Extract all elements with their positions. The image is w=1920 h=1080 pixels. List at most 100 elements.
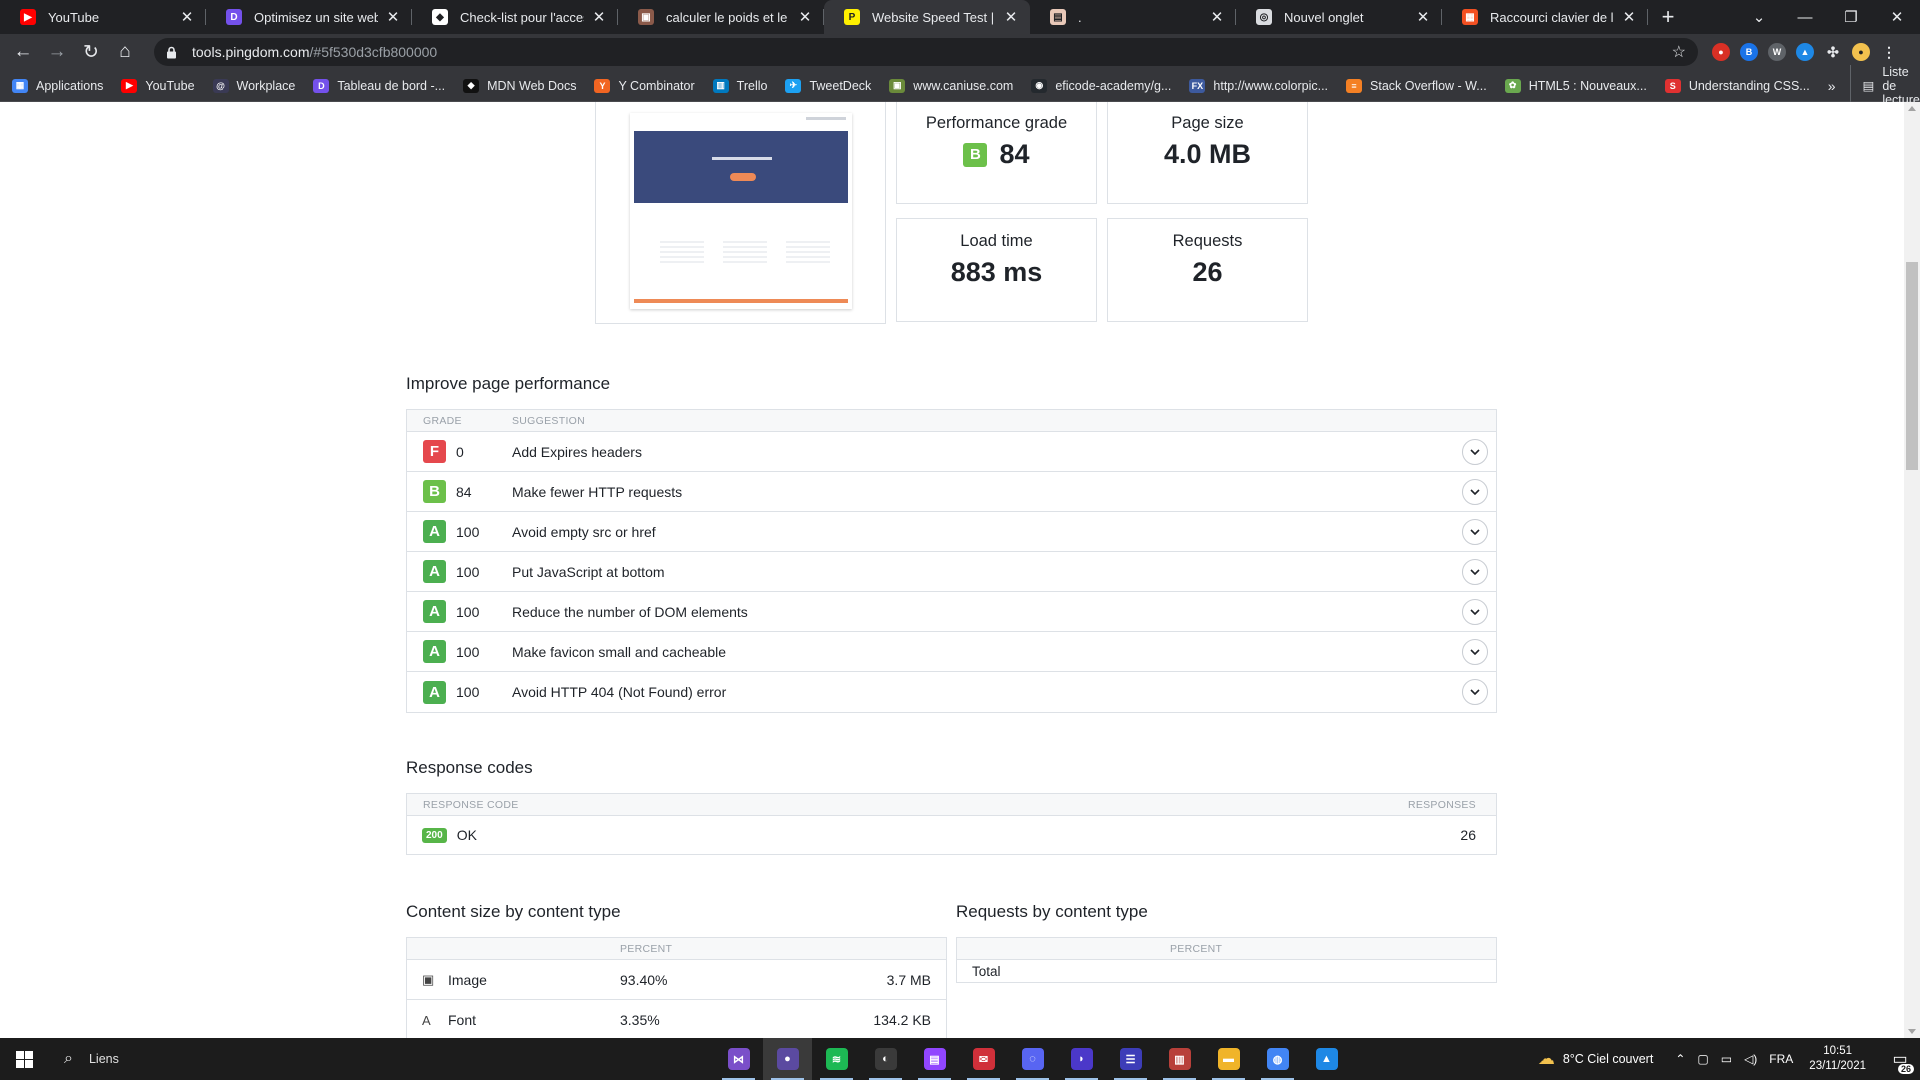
table-row: ▣ Image 93.40% 3.7 MB (407, 960, 946, 1000)
tab[interactable]: ▦ Raccourci clavier de l'impression ✕ (1442, 0, 1648, 34)
bookmark-item[interactable]: ▶ YouTube (121, 78, 195, 93)
taskbar-app-messenger[interactable]: ✉ (959, 1038, 1008, 1080)
reload-button[interactable]: ↻ (76, 37, 106, 67)
minimize-button[interactable]: — (1782, 0, 1828, 34)
suggestion-score: 100 (456, 603, 480, 620)
suggestion-row[interactable]: A 100 Put JavaScript at bottom (407, 552, 1496, 592)
back-button[interactable]: ← (8, 37, 38, 67)
tab[interactable]: ▤. ✕ (1030, 0, 1236, 34)
bookmark-item[interactable]: D Tableau de bord -... (313, 78, 445, 93)
bookmark-item[interactable]: S Understanding CSS... (1664, 78, 1810, 93)
scrollbar-thumb[interactable] (1906, 262, 1918, 470)
close-tab-icon[interactable]: ✕ (590, 8, 608, 26)
extension-icon[interactable]: B (1740, 43, 1758, 61)
suggestion-row[interactable]: A 100 Avoid HTTP 404 (Not Found) error (407, 672, 1496, 712)
forward-button[interactable]: → (42, 37, 72, 67)
notification-center-button[interactable]: ▭ 26 (1880, 1038, 1920, 1080)
volume-icon[interactable]: ◁) (1744, 1052, 1757, 1066)
home-button[interactable]: ⌂ (110, 37, 140, 67)
tab-title: Check-list pour l'accessibilité (460, 9, 584, 25)
close-tab-icon[interactable]: ✕ (796, 8, 814, 26)
taskbar-app-twitch[interactable]: ▤ (910, 1038, 959, 1080)
address-bar[interactable]: tools.pingdom.com/#5f530d3cfb800000 ☆ (154, 38, 1698, 66)
chevron-down-icon[interactable] (1462, 598, 1488, 625)
new-tab-button[interactable]: + (1648, 0, 1688, 34)
taskbar-app-chrome[interactable]: ◍ (1253, 1038, 1302, 1080)
language-indicator[interactable]: FRA (1769, 1052, 1793, 1066)
puzzle-icon[interactable]: ✣ (1824, 43, 1842, 61)
bookmark-item[interactable]: ◉ eficode-academy/g... (1031, 78, 1171, 93)
taskbar-app-spotify[interactable]: ≋ (812, 1038, 861, 1080)
taskbar-app-obs[interactable]: ● (763, 1038, 812, 1080)
tab[interactable]: ◆ Check-list pour l'accessibilité ✕ (412, 0, 618, 34)
extension-icon[interactable]: ● (1712, 43, 1730, 61)
bookmark-favicon-icon: ▥ (712, 78, 729, 93)
tab-search-icon[interactable]: ⌄ (1736, 0, 1782, 34)
taskbar-app-file-explorer[interactable]: ▬ (1204, 1038, 1253, 1080)
lock-icon[interactable] (166, 46, 182, 59)
close-tab-icon[interactable]: ✕ (1414, 8, 1432, 26)
requests-type-header: PERCENT (957, 938, 1496, 960)
reading-list-button[interactable]: ▤ Liste de lecture (1849, 64, 1920, 107)
bookmark-item[interactable]: ▥ Trello (712, 78, 767, 93)
scroll-down-arrow[interactable] (1908, 1029, 1916, 1034)
system-tray: ☁ 8°C Ciel couvert ⌃ ▢ ▭ ◁) FRA 10:51 23… (1538, 1038, 1920, 1080)
chevron-down-icon[interactable] (1462, 558, 1488, 585)
avatar[interactable]: ● (1852, 43, 1870, 61)
close-window-button[interactable]: ✕ (1874, 0, 1920, 34)
close-tab-icon[interactable]: ✕ (1208, 8, 1226, 26)
weather-widget[interactable]: ☁ 8°C Ciel couvert (1538, 1049, 1653, 1069)
taskbar-app-discord[interactable]: ◌ (1008, 1038, 1057, 1080)
suggestion-row[interactable]: A 100 Avoid empty src or href (407, 512, 1496, 552)
chevron-down-icon[interactable] (1462, 478, 1488, 505)
chevron-up-icon[interactable]: ⌃ (1675, 1052, 1685, 1066)
bookmark-item[interactable]: ▣ www.caniuse.com (889, 78, 1014, 93)
bookmark-item[interactable]: @ Workplace (212, 78, 295, 93)
taskbar-app-winrar[interactable]: ▥ (1155, 1038, 1204, 1080)
clock[interactable]: 10:51 23/11/2021 (1809, 1044, 1866, 1074)
chevron-down-icon[interactable] (1462, 638, 1488, 665)
taskbar-app-photos[interactable]: ▲ (1302, 1038, 1351, 1080)
chevron-down-icon[interactable] (1462, 438, 1488, 465)
extension-icon[interactable]: W (1768, 43, 1786, 61)
tab[interactable]: ▶ YouTube ✕ (0, 0, 206, 34)
more-menu-icon[interactable]: ⋮ (1880, 43, 1898, 61)
restore-button[interactable]: ❐ (1828, 0, 1874, 34)
close-tab-icon[interactable]: ✕ (178, 8, 196, 26)
close-tab-icon[interactable]: ✕ (1620, 8, 1638, 26)
tab-favicon-icon: ▣ (638, 9, 654, 25)
bookmarks-overflow-icon[interactable]: » (1828, 78, 1836, 94)
close-tab-icon[interactable]: ✕ (384, 8, 402, 26)
scroll-up-arrow[interactable] (1908, 106, 1916, 111)
tab[interactable]: D Optimisez un site web existant ✕ (206, 0, 412, 34)
bookmark-item[interactable]: FX http://www.colorpic... (1189, 78, 1328, 93)
suggestion-row[interactable]: B 84 Make fewer HTTP requests (407, 472, 1496, 512)
taskbar-app-notion[interactable]: ◗ (1057, 1038, 1106, 1080)
bookmark-item[interactable]: ◆ MDN Web Docs (463, 78, 576, 93)
chevron-down-icon[interactable] (1462, 679, 1488, 705)
bookmark-label: www.caniuse.com (913, 78, 1014, 93)
taskbar-app-obs-studio[interactable]: ◐ (861, 1038, 910, 1080)
bookmark-item[interactable]: ✈ TweetDeck (785, 78, 871, 93)
bookmark-star-icon[interactable]: ☆ (1672, 42, 1686, 62)
taskbar-search[interactable]: ⌕ Liens (48, 1038, 148, 1080)
tab[interactable]: P Website Speed Test | Pingdom ✕ (824, 0, 1030, 34)
start-button[interactable] (0, 1038, 48, 1080)
close-tab-icon[interactable]: ✕ (1002, 8, 1020, 26)
suggestion-row[interactable]: A 100 Reduce the number of DOM elements (407, 592, 1496, 632)
network-icon[interactable]: ▭ (1721, 1052, 1732, 1066)
device-icon[interactable]: ▢ (1697, 1052, 1708, 1066)
bookmark-item[interactable]: ≡ Stack Overflow - W... (1346, 78, 1487, 93)
tab[interactable]: ◎ Nouvel onglet ✕ (1236, 0, 1442, 34)
taskbar-app-tasks[interactable]: ☰ (1106, 1038, 1155, 1080)
suggestion-row[interactable]: A 100 Make favicon small and cacheable (407, 632, 1496, 672)
taskbar-app-visual-studio[interactable]: ⋈ (714, 1038, 763, 1080)
bookmark-item[interactable]: ✿ HTML5 : Nouveaux... (1504, 78, 1647, 93)
bookmark-item[interactable]: ▦ Applications (12, 78, 103, 93)
chevron-down-icon[interactable] (1462, 518, 1488, 545)
tab[interactable]: ▣ calculer le poids et le temps ✕ (618, 0, 824, 34)
suggestion-row[interactable]: F 0 Add Expires headers (407, 432, 1496, 472)
page-scrollbar[interactable] (1904, 102, 1920, 1038)
extension-icon[interactable]: ▲ (1796, 43, 1814, 61)
bookmark-item[interactable]: Y Y Combinator (594, 78, 695, 93)
